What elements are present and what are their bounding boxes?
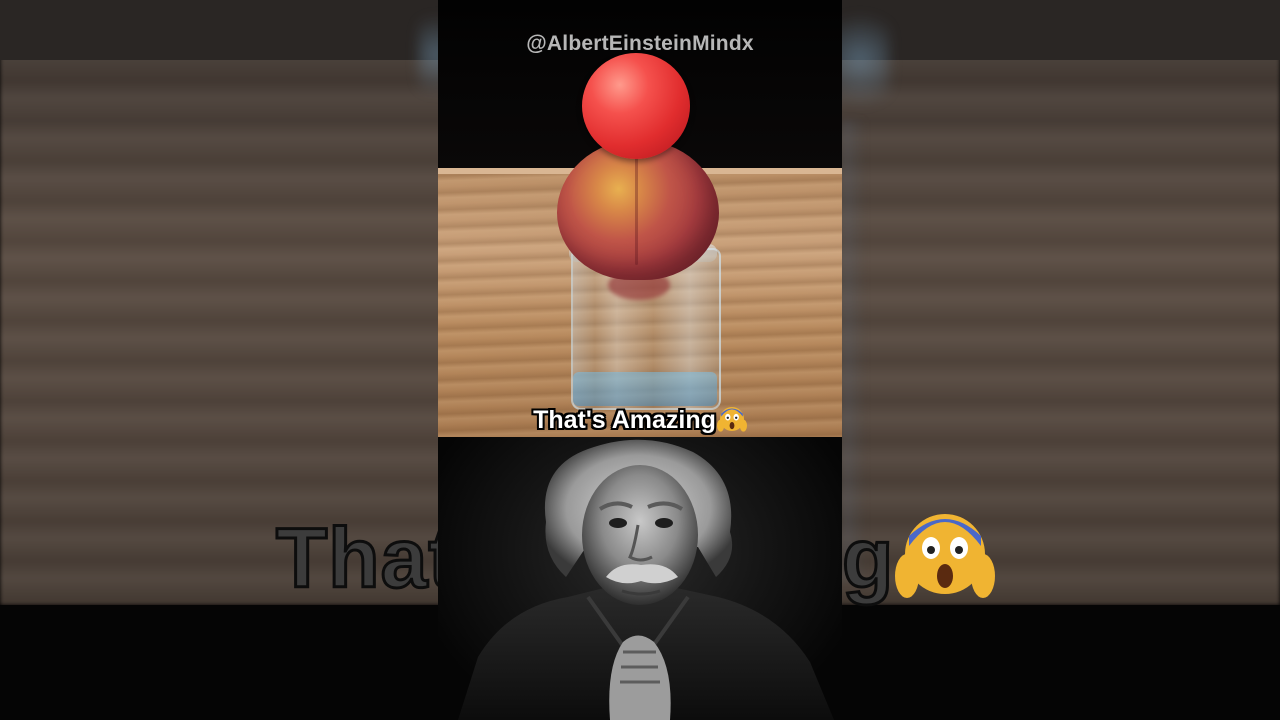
peach (557, 140, 719, 280)
screaming-face-icon (716, 407, 747, 432)
caption-text: That's Amazing (533, 406, 716, 434)
shot-glass-base (573, 372, 717, 406)
screaming-face-icon (895, 514, 995, 598)
red-ball (582, 53, 690, 159)
experiment-scene: @AlbertEinsteinMindx That's Amazing (438, 0, 842, 437)
channel-watermark: @AlbertEinsteinMindx (526, 32, 754, 55)
video-frame[interactable]: @AlbertEinsteinMindx That's Amazing (438, 0, 842, 720)
blurred-caption-left: That (274, 510, 458, 607)
blurred-caption-right: g (840, 510, 895, 607)
peach-crease (635, 150, 638, 265)
einstein-portrait (458, 439, 834, 720)
portrait-panel (438, 437, 842, 720)
video-caption: That's Amazing (438, 404, 842, 435)
